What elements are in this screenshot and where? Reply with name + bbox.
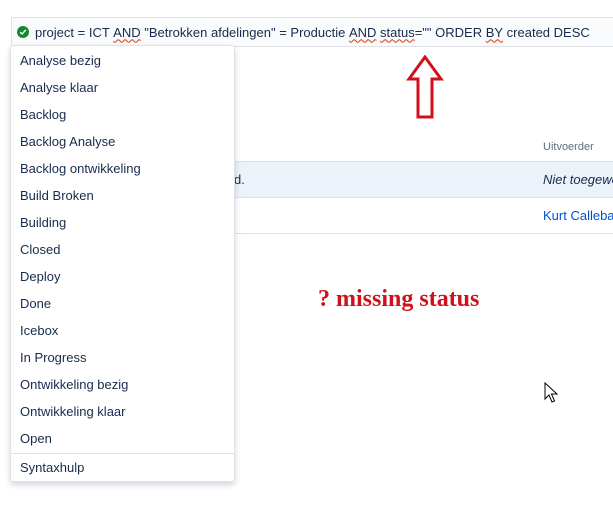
- status-option[interactable]: Done: [11, 290, 234, 317]
- assignee-cell: Niet toegewe: [543, 172, 613, 187]
- status-option[interactable]: Backlog Analyse: [11, 128, 234, 155]
- table-row[interactable]: d. Niet toegewe: [234, 162, 613, 198]
- status-option[interactable]: Build Broken: [11, 182, 234, 209]
- results-table-header: Uitvoerder: [234, 128, 613, 162]
- row-summary-fragment: d.: [234, 172, 245, 187]
- status-option[interactable]: Open: [11, 425, 234, 452]
- query-part: ="" ORDER: [414, 24, 486, 40]
- column-header-uitvoerder[interactable]: Uitvoerder: [543, 141, 594, 153]
- status-option[interactable]: Backlog ontwikkeling: [11, 155, 234, 182]
- status-option[interactable]: Analyse bezig: [11, 47, 234, 74]
- status-option[interactable]: Ontwikkeling bezig: [11, 371, 234, 398]
- query-keyword: BY: [485, 24, 504, 40]
- query-keyword: AND: [113, 24, 141, 40]
- status-option[interactable]: Building: [11, 209, 234, 236]
- up-arrow-outline-icon: [406, 55, 444, 119]
- table-row[interactable]: Kurt Callebau: [234, 198, 613, 234]
- status-option[interactable]: Icebox: [11, 317, 234, 344]
- missing-status-annotation: ? missing status: [318, 286, 480, 312]
- status-option[interactable]: Backlog: [11, 101, 234, 128]
- status-option[interactable]: In Progress: [11, 344, 234, 371]
- assignee-link[interactable]: Kurt Callebau: [543, 208, 613, 223]
- syntax-help-link[interactable]: Syntaxhulp: [11, 454, 234, 481]
- jql-query-text[interactable]: project = ICT AND "Betrokken afdelingen"…: [35, 25, 590, 40]
- mouse-cursor-icon: [544, 382, 558, 403]
- status-option[interactable]: Analyse klaar: [11, 74, 234, 101]
- status-option[interactable]: Closed: [11, 236, 234, 263]
- query-keyword: AND: [348, 24, 377, 40]
- check-circle-icon: [17, 26, 29, 38]
- query-part: created DESC: [503, 24, 590, 40]
- status-suggestions-dropdown: Syntaxhulp Analyse bezig Analyse klaar Bac…: [10, 45, 235, 482]
- query-part: project = ICT: [35, 24, 114, 40]
- query-keyword: status: [380, 24, 415, 40]
- status-option[interactable]: Ontwikkeling klaar: [11, 398, 234, 425]
- jql-query-input[interactable]: project = ICT AND "Betrokken afdelingen"…: [11, 17, 613, 47]
- status-option[interactable]: Deploy: [11, 263, 234, 290]
- query-part: "Betrokken afdelingen" = Productie: [140, 24, 349, 40]
